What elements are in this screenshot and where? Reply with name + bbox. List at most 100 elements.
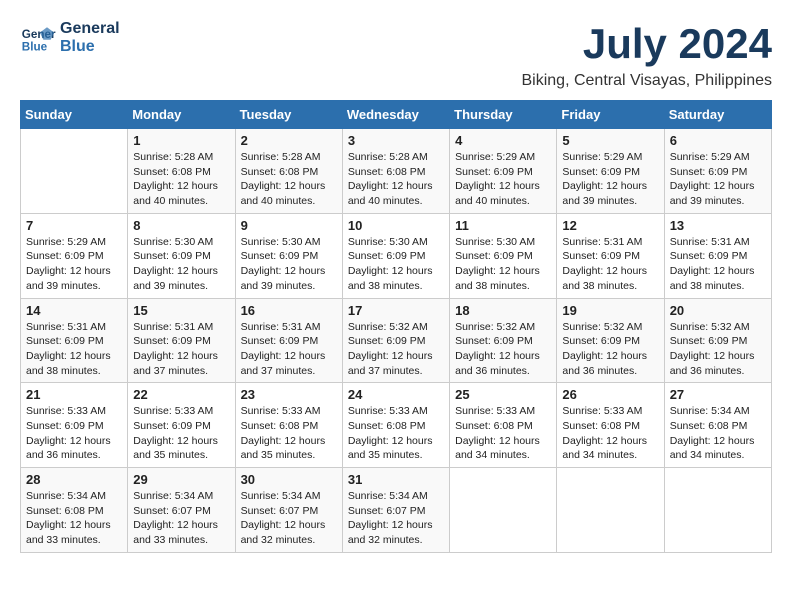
day-cell: 26Sunrise: 5:33 AM Sunset: 6:08 PM Dayli… — [557, 383, 664, 468]
day-number: 16 — [241, 303, 337, 318]
day-info: Sunrise: 5:29 AM Sunset: 6:09 PM Dayligh… — [26, 235, 122, 294]
day-cell: 2 Sunrise: 5:28 AM Sunset: 6:08 PM Daylig… — [235, 129, 342, 214]
day-info: Sunrise: 5:34 AM Sunset: 6:07 PM Dayligh… — [348, 489, 444, 548]
logo-line2: Blue — [60, 38, 120, 56]
day-number: 2 — [241, 133, 337, 148]
day-info: Sunrise: 5:32 AM Sunset: 6:09 PM Dayligh… — [670, 320, 766, 379]
page-header: General Blue General Blue July 2024 — [20, 20, 772, 68]
day-cell: 30 Sunrise: 5:34 AM Sunset: 6:07 PM Dayli… — [235, 468, 342, 553]
day-info: Sunrise: 5:33 AM Sunset: 6:09 PM Dayligh… — [26, 404, 122, 463]
day-cell: 8 Sunrise: 5:30 AM Sunset: 6:09 PM Daylig… — [128, 213, 235, 298]
header-tuesday: Tuesday — [235, 101, 342, 129]
day-cell — [450, 468, 557, 553]
day-number: 12 — [562, 218, 658, 233]
day-number: 1 — [133, 133, 229, 148]
day-info: Sunrise: 5:30 AM Sunset: 6:09 PM Dayligh… — [455, 235, 551, 294]
day-info: Sunrise: 5:33 AM Sunset: 6:08 PM Dayligh… — [455, 404, 551, 463]
day-number: 7 — [26, 218, 122, 233]
day-number: 5 — [562, 133, 658, 148]
logo-line1: General — [60, 20, 120, 38]
day-cell: 27 Sunrise: 5:34 AM Sunset: 6:08 PM Dayli… — [664, 383, 771, 468]
day-info: Sunrise: 5:32 AM Sunset: 6:09 PM Dayligh… — [455, 320, 551, 379]
week-row-3: 21 Sunrise: 5:33 AM Sunset: 6:09 PM Dayli… — [21, 383, 772, 468]
day-cell — [21, 129, 128, 214]
day-number: 21 — [26, 387, 122, 402]
day-info: Sunrise: 5:31 AM Sunset: 6:09 PM Dayligh… — [241, 320, 337, 379]
day-info: Sunrise: 5:30 AM Sunset: 6:09 PM Dayligh… — [348, 235, 444, 294]
day-number: 19 — [562, 303, 658, 318]
svg-text:Blue: Blue — [22, 41, 48, 54]
day-number: 9 — [241, 218, 337, 233]
day-number: 4 — [455, 133, 551, 148]
day-number: 20 — [670, 303, 766, 318]
day-info: Sunrise: 5:30 AM Sunset: 6:09 PM Dayligh… — [241, 235, 337, 294]
day-cell: 4Sunrise: 5:29 AM Sunset: 6:09 PM Daylig… — [450, 129, 557, 214]
day-number: 27 — [670, 387, 766, 402]
day-cell: 22Sunrise: 5:33 AM Sunset: 6:09 PM Dayli… — [128, 383, 235, 468]
day-info: Sunrise: 5:33 AM Sunset: 6:08 PM Dayligh… — [241, 404, 337, 463]
day-number: 13 — [670, 218, 766, 233]
day-number: 28 — [26, 472, 122, 487]
day-number: 8 — [133, 218, 229, 233]
day-cell: 13Sunrise: 5:31 AM Sunset: 6:09 PM Dayli… — [664, 213, 771, 298]
week-row-0: 1 Sunrise: 5:28 AM Sunset: 6:08 PM Daylig… — [21, 129, 772, 214]
day-cell: 21 Sunrise: 5:33 AM Sunset: 6:09 PM Dayli… — [21, 383, 128, 468]
day-cell: 25 Sunrise: 5:33 AM Sunset: 6:08 PM Dayli… — [450, 383, 557, 468]
day-info: Sunrise: 5:30 AM Sunset: 6:09 PM Dayligh… — [133, 235, 229, 294]
calendar-table: SundayMondayTuesdayWednesdayThursdayFrid… — [20, 100, 772, 553]
day-cell: 5 Sunrise: 5:29 AM Sunset: 6:09 PM Daylig… — [557, 129, 664, 214]
day-cell: 19 Sunrise: 5:32 AM Sunset: 6:09 PM Dayli… — [557, 298, 664, 383]
day-cell: 20 Sunrise: 5:32 AM Sunset: 6:09 PM Dayli… — [664, 298, 771, 383]
day-number: 10 — [348, 218, 444, 233]
day-number: 14 — [26, 303, 122, 318]
day-info: Sunrise: 5:32 AM Sunset: 6:09 PM Dayligh… — [562, 320, 658, 379]
day-info: Sunrise: 5:29 AM Sunset: 6:09 PM Dayligh… — [562, 150, 658, 209]
day-cell: 7 Sunrise: 5:29 AM Sunset: 6:09 PM Daylig… — [21, 213, 128, 298]
day-cell: 17Sunrise: 5:32 AM Sunset: 6:09 PM Dayli… — [342, 298, 449, 383]
day-cell: 12 Sunrise: 5:31 AM Sunset: 6:09 PM Dayli… — [557, 213, 664, 298]
calendar-title: July 2024 — [583, 20, 772, 68]
day-info: Sunrise: 5:34 AM Sunset: 6:07 PM Dayligh… — [133, 489, 229, 548]
header-monday: Monday — [128, 101, 235, 129]
day-number: 26 — [562, 387, 658, 402]
day-number: 23 — [241, 387, 337, 402]
day-cell: 11 Sunrise: 5:30 AM Sunset: 6:09 PM Dayli… — [450, 213, 557, 298]
day-info: Sunrise: 5:34 AM Sunset: 6:08 PM Dayligh… — [26, 489, 122, 548]
day-cell: 6 Sunrise: 5:29 AM Sunset: 6:09 PM Daylig… — [664, 129, 771, 214]
week-row-2: 14 Sunrise: 5:31 AM Sunset: 6:09 PM Dayli… — [21, 298, 772, 383]
day-number: 30 — [241, 472, 337, 487]
day-number: 3 — [348, 133, 444, 148]
day-info: Sunrise: 5:34 AM Sunset: 6:07 PM Dayligh… — [241, 489, 337, 548]
day-cell — [664, 468, 771, 553]
day-cell: 29Sunrise: 5:34 AM Sunset: 6:07 PM Dayli… — [128, 468, 235, 553]
day-info: Sunrise: 5:28 AM Sunset: 6:08 PM Dayligh… — [348, 150, 444, 209]
day-cell: 10 Sunrise: 5:30 AM Sunset: 6:09 PM Dayli… — [342, 213, 449, 298]
day-number: 24 — [348, 387, 444, 402]
day-info: Sunrise: 5:33 AM Sunset: 6:08 PM Dayligh… — [348, 404, 444, 463]
day-cell: 14Sunrise: 5:31 AM Sunset: 6:09 PM Dayli… — [21, 298, 128, 383]
calendar-header-row: SundayMondayTuesdayWednesdayThursdayFrid… — [21, 101, 772, 129]
header-thursday: Thursday — [450, 101, 557, 129]
day-number: 11 — [455, 218, 551, 233]
day-cell: 23 Sunrise: 5:33 AM Sunset: 6:08 PM Dayli… — [235, 383, 342, 468]
day-info: Sunrise: 5:34 AM Sunset: 6:08 PM Dayligh… — [670, 404, 766, 463]
day-number: 15 — [133, 303, 229, 318]
header-wednesday: Wednesday — [342, 101, 449, 129]
day-cell: 1 Sunrise: 5:28 AM Sunset: 6:08 PM Daylig… — [128, 129, 235, 214]
day-number: 22 — [133, 387, 229, 402]
day-number: 25 — [455, 387, 551, 402]
day-number: 6 — [670, 133, 766, 148]
location-label: Biking, Central Visayas, Philippines — [20, 72, 772, 90]
day-info: Sunrise: 5:28 AM Sunset: 6:08 PM Dayligh… — [133, 150, 229, 209]
header-saturday: Saturday — [664, 101, 771, 129]
day-cell: 16 Sunrise: 5:31 AM Sunset: 6:09 PM Dayli… — [235, 298, 342, 383]
day-info: Sunrise: 5:29 AM Sunset: 6:09 PM Dayligh… — [670, 150, 766, 209]
day-info: Sunrise: 5:31 AM Sunset: 6:09 PM Dayligh… — [562, 235, 658, 294]
day-cell: 3 Sunrise: 5:28 AM Sunset: 6:08 PM Daylig… — [342, 129, 449, 214]
logo-icon: General Blue — [20, 20, 56, 56]
day-number: 17 — [348, 303, 444, 318]
day-info: Sunrise: 5:28 AM Sunset: 6:08 PM Dayligh… — [241, 150, 337, 209]
day-number: 18 — [455, 303, 551, 318]
day-cell — [557, 468, 664, 553]
week-row-4: 28 Sunrise: 5:34 AM Sunset: 6:08 PM Dayli… — [21, 468, 772, 553]
